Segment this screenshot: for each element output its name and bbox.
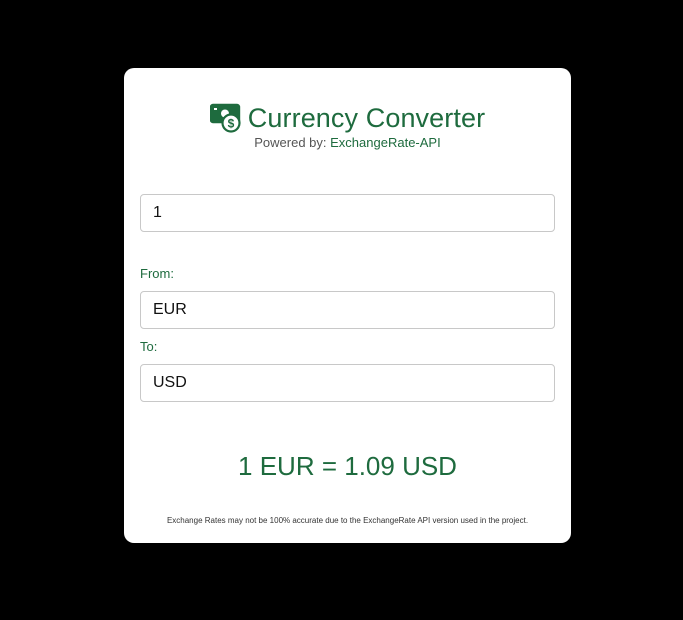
exchangerate-api-link[interactable]: ExchangeRate-API xyxy=(330,135,441,150)
from-currency-select[interactable]: EUR xyxy=(140,291,555,329)
to-currency-select[interactable]: USD xyxy=(140,364,555,402)
money-exchange-icon: $ xyxy=(209,103,242,133)
disclaimer-text: Exchange Rates may not be 100% accurate … xyxy=(166,516,529,525)
svg-text:$: $ xyxy=(227,117,234,131)
conversion-result: 1 EUR = 1.09 USD xyxy=(238,451,457,481)
title-row: $ Currency Converter xyxy=(124,102,571,134)
powered-by: Powered by: ExchangeRate-API xyxy=(124,135,571,150)
amount-input[interactable]: 1 xyxy=(140,194,555,232)
app-title: Currency Converter xyxy=(247,102,486,133)
from-label: From: xyxy=(140,266,174,281)
header: $ Currency Converter Powered by: Exchang… xyxy=(124,102,571,150)
converter-card: $ Currency Converter Powered by: Exchang… xyxy=(124,68,571,543)
to-label: To: xyxy=(140,339,158,354)
powered-by-prefix: Powered by: xyxy=(254,135,331,150)
